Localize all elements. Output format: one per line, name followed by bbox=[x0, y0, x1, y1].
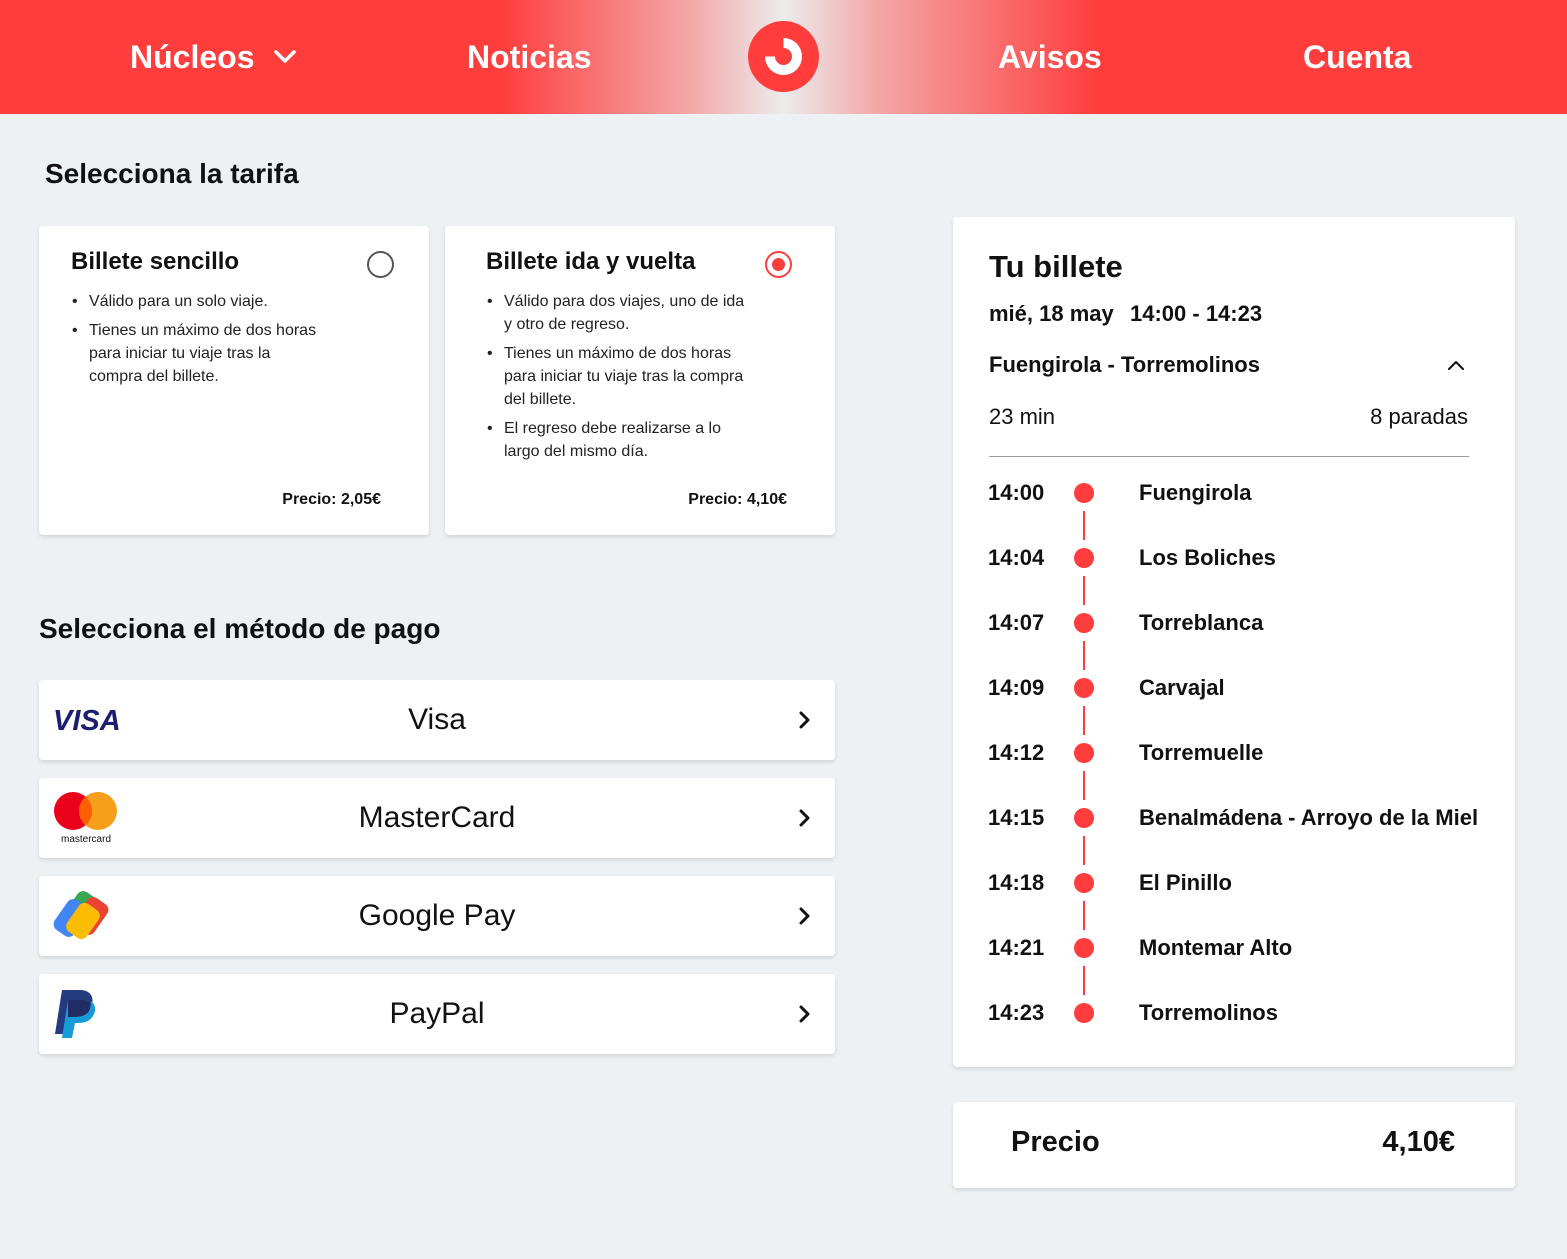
stop-time: 14:21 bbox=[988, 935, 1045, 960]
stop-name: Benalmádena - Arroyo de la Miel bbox=[1139, 805, 1479, 830]
fare-card-sencillo[interactable]: Billete sencillo Válido para un solo via… bbox=[39, 226, 429, 535]
ticket-stops-count: 8 paradas bbox=[1370, 404, 1468, 429]
ticket-duration: 23 min bbox=[989, 404, 1056, 429]
stop-row: 14:23 Torremolinos bbox=[953, 998, 1515, 1028]
fare-condition: Válido para un solo viaje. bbox=[71, 290, 326, 313]
stop-name: Carvajal bbox=[1139, 675, 1225, 700]
stop-row: 14:21 Montemar Alto bbox=[953, 933, 1515, 963]
payment-label: Google Pay bbox=[358, 899, 516, 932]
fare-condition: Válido para dos viajes, uno de ida y otr… bbox=[486, 290, 746, 336]
stop-name: Los Boliches bbox=[1139, 545, 1276, 570]
chevron-right-icon bbox=[799, 1005, 810, 1023]
route-line-segment bbox=[1083, 511, 1085, 540]
route-line-segment bbox=[1083, 771, 1085, 800]
route-line-segment bbox=[1083, 836, 1085, 865]
payment-paypal-button[interactable]: PayPal bbox=[39, 974, 835, 1054]
stop-dot-icon bbox=[1074, 938, 1094, 958]
fare-card-ida-vuelta[interactable]: Billete ida y vuelta Válido para dos via… bbox=[445, 226, 835, 535]
pago-heading: Selecciona el método de pago bbox=[39, 613, 441, 644]
route-line-segment bbox=[1083, 706, 1085, 735]
stop-name: Montemar Alto bbox=[1139, 935, 1293, 960]
stop-name: Torremuelle bbox=[1139, 740, 1264, 765]
stop-time: 14:07 bbox=[988, 610, 1045, 635]
chevron-up-icon[interactable] bbox=[1447, 359, 1465, 371]
nav-cuenta[interactable]: Cuenta bbox=[1303, 0, 1411, 114]
payment-label: MasterCard bbox=[358, 801, 516, 834]
route-line-segment bbox=[1083, 901, 1085, 930]
stop-row: 14:00 Fuengirola bbox=[953, 478, 1515, 508]
fare-condition: El regreso debe realizarse a lo largo de… bbox=[486, 417, 746, 463]
fare-condition: Tienes un máximo de dos horas para inici… bbox=[486, 342, 746, 411]
price-label: Precio bbox=[1011, 1126, 1100, 1158]
stop-name: Fuengirola bbox=[1139, 480, 1252, 505]
price-summary: Precio 4,10€ bbox=[953, 1102, 1515, 1188]
stop-time: 14:15 bbox=[988, 805, 1045, 830]
fare-radio-ida-vuelta[interactable] bbox=[765, 251, 792, 278]
ticket-time: 14:00 - 14:23 bbox=[1130, 301, 1263, 326]
stop-row: 14:18 El Pinillo bbox=[953, 868, 1515, 898]
stop-dot-icon bbox=[1074, 613, 1094, 633]
chevron-right-icon bbox=[799, 809, 810, 827]
stop-row: 14:07 Torreblanca bbox=[953, 608, 1515, 638]
fare-conditions: Válido para un solo viaje. Tienes un máx… bbox=[71, 290, 326, 388]
stop-name: El Pinillo bbox=[1139, 870, 1232, 895]
stop-time: 14:12 bbox=[988, 740, 1045, 765]
fare-condition: Tienes un máximo de dos horas para inici… bbox=[71, 319, 326, 388]
stop-name: Torremolinos bbox=[1139, 1000, 1278, 1025]
stop-row: 14:12 Torremuelle bbox=[953, 738, 1515, 768]
fare-price: Precio: 4,10€ bbox=[688, 491, 787, 508]
divider bbox=[989, 456, 1469, 457]
payment-label: PayPal bbox=[389, 997, 485, 1030]
nav-nucleos[interactable]: Núcleos bbox=[130, 0, 297, 114]
stop-row: 14:04 Los Boliches bbox=[953, 543, 1515, 573]
fare-conditions: Válido para dos viajes, uno de ida y otr… bbox=[486, 290, 746, 463]
stop-time: 14:23 bbox=[988, 1000, 1045, 1025]
chevron-right-icon bbox=[799, 907, 810, 925]
stop-row: 14:09 Carvajal bbox=[953, 673, 1515, 703]
price-value: 4,10€ bbox=[1382, 1126, 1455, 1158]
ticket-route: Fuengirola - Torremolinos bbox=[989, 352, 1260, 377]
stop-row: 14:15 Benalmádena - Arroyo de la Miel bbox=[953, 803, 1515, 833]
payment-mastercard-button[interactable]: mastercard MasterCard bbox=[39, 778, 835, 858]
payment-label: Visa bbox=[408, 703, 466, 736]
chevron-right-icon bbox=[799, 711, 810, 729]
stop-time: 14:00 bbox=[988, 480, 1045, 505]
stop-dot-icon bbox=[1074, 743, 1094, 763]
stop-time: 14:09 bbox=[988, 675, 1045, 700]
nav-avisos[interactable]: Avisos bbox=[998, 0, 1102, 114]
payment-google-pay-button[interactable]: Google Pay bbox=[39, 876, 835, 956]
route-line-segment bbox=[1083, 641, 1085, 670]
chevron-down-icon bbox=[274, 50, 297, 63]
stop-time: 14:04 bbox=[988, 545, 1045, 570]
stop-dot-icon bbox=[1074, 808, 1094, 828]
stop-time: 14:18 bbox=[988, 870, 1045, 895]
ticket-title: Tu billete bbox=[989, 249, 1123, 284]
stop-dot-icon bbox=[1074, 873, 1094, 893]
stop-dot-icon bbox=[1074, 548, 1094, 568]
stop-dot-icon bbox=[1074, 678, 1094, 698]
stop-dot-icon bbox=[1074, 1003, 1094, 1023]
nav-noticias[interactable]: Noticias bbox=[467, 0, 591, 114]
payment-visa-button[interactable]: VISA Visa bbox=[39, 680, 835, 760]
logo-icon[interactable] bbox=[748, 21, 819, 92]
ticket-summary: Tu billete mié, 18 may 14:00 - 14:23 Fue… bbox=[953, 217, 1515, 1067]
stop-name: Torreblanca bbox=[1139, 610, 1264, 635]
route-line-segment bbox=[1083, 966, 1085, 995]
tarifa-heading: Selecciona la tarifa bbox=[45, 158, 299, 189]
fare-radio-sencillo[interactable] bbox=[367, 251, 394, 278]
ticket-date: mié, 18 may bbox=[989, 301, 1114, 326]
stop-dot-icon bbox=[1074, 483, 1094, 503]
nav-nucleos-label: Núcleos bbox=[130, 38, 255, 75]
route-line-segment bbox=[1083, 576, 1085, 605]
svg-text:mastercard: mastercard bbox=[61, 834, 111, 845]
fare-price: Precio: 2,05€ bbox=[282, 491, 381, 508]
top-nav: Núcleos Noticias Avisos Cuenta bbox=[0, 0, 1567, 114]
